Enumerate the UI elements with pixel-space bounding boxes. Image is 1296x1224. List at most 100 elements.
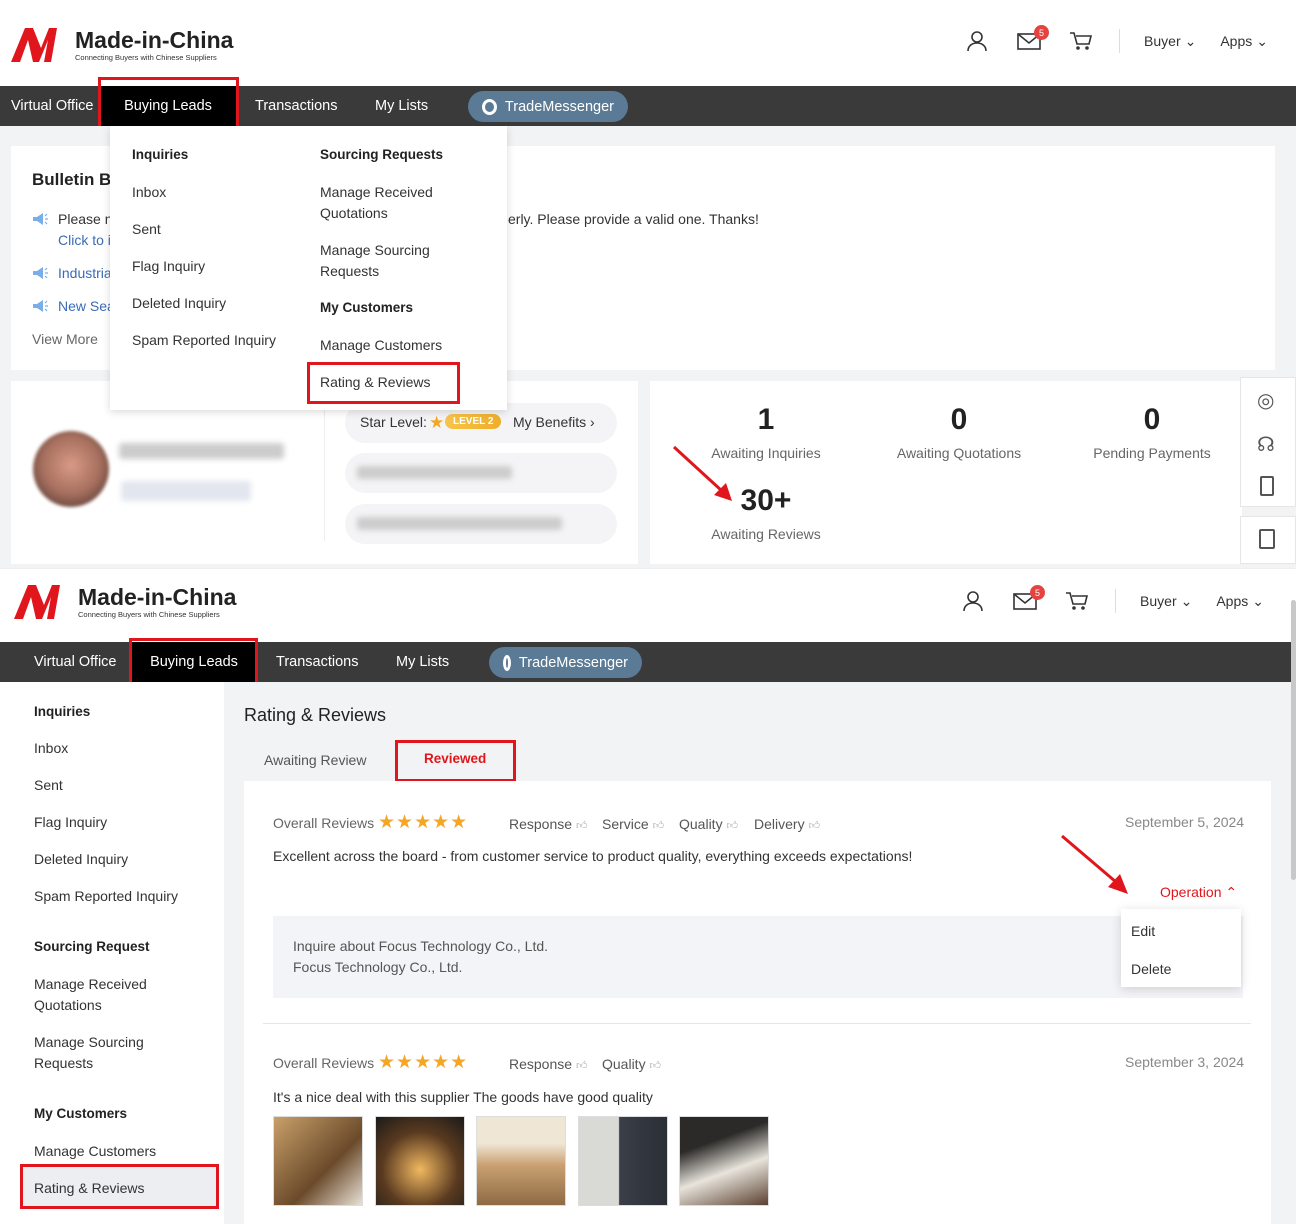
nav-my-lists[interactable]: My Lists <box>375 86 428 126</box>
sidebar-item-deleted-inquiry[interactable]: Deleted Inquiry <box>34 849 128 870</box>
label-line1: Manage Sourcing <box>320 242 430 258</box>
chevron-up-icon: ⌃ <box>1225 884 1238 900</box>
dropdown-item-rating-reviews[interactable]: Rating & Reviews <box>320 372 431 393</box>
tag-label: Response <box>509 816 573 832</box>
dropdown-item-manage-received-quotations[interactable]: Manage Received Quotations <box>320 182 433 224</box>
label-line1: Manage Received <box>34 976 147 992</box>
apps-dropdown[interactable]: Apps ⌄ <box>1220 33 1268 50</box>
bottom-nav-bar: Virtual Office Buying Leads Transactions… <box>0 642 1291 682</box>
review-date: September 3, 2024 <box>1125 1054 1245 1070</box>
trade-messenger-button[interactable]: TradeMessenger <box>489 647 642 678</box>
notes-icon[interactable] <box>1259 529 1275 549</box>
buyer-dropdown[interactable]: Buyer ⌄ <box>1144 33 1196 50</box>
side-toolbar-notes <box>1240 516 1296 564</box>
operation-dropdown[interactable]: Operation ⌃ <box>1160 884 1237 901</box>
sidebar-item-inbox[interactable]: Inbox <box>34 738 68 759</box>
nav-transactions[interactable]: Transactions <box>255 86 337 126</box>
blurred-pill <box>345 504 617 544</box>
user-icon[interactable] <box>959 587 987 615</box>
inquiry-reference-box[interactable]: Inquire about Focus Technology Co., Ltd.… <box>273 916 1243 998</box>
sidebar-item-sent[interactable]: Sent <box>34 775 63 796</box>
tag-label: Service <box>602 816 649 832</box>
dropdown-item-deleted-inquiry[interactable]: Deleted Inquiry <box>132 293 226 314</box>
sidebar-item-rating-reviews[interactable]: Rating & Reviews <box>34 1178 145 1199</box>
avatar[interactable] <box>33 431 109 507</box>
view-more-link[interactable]: View More <box>32 331 98 347</box>
messenger-icon <box>482 98 497 115</box>
menu-item-delete[interactable]: Delete <box>1131 961 1171 977</box>
sidebar-item-manage-received-quotations[interactable]: Manage Received Quotations <box>34 974 147 1016</box>
made-in-china-logo[interactable]: Made-in-China Connecting Buyers with Chi… <box>11 24 233 64</box>
cart-icon[interactable] <box>1063 587 1091 615</box>
awaiting-reviews-label[interactable]: Awaiting Reviews <box>686 526 846 542</box>
dropdown-item-inbox[interactable]: Inbox <box>132 182 166 203</box>
logo-title: Made-in-China <box>78 583 237 610</box>
review-photo[interactable] <box>679 1116 769 1206</box>
pending-payments-label[interactable]: Pending Payments <box>1072 445 1232 461</box>
nav-buying-leads[interactable]: Buying Leads <box>132 642 256 682</box>
review-date: September 5, 2024 <box>1125 814 1245 830</box>
target-icon[interactable]: ◎ <box>1257 388 1274 413</box>
buyer-dropdown[interactable]: Buyer ⌄ <box>1140 593 1192 610</box>
blurred-text <box>357 517 562 530</box>
dropdown-item-manage-sourcing-requests[interactable]: Manage Sourcing Requests <box>320 240 430 282</box>
bulletin-item[interactable]: Please n <box>32 211 112 227</box>
dropdown-item-spam-inquiry[interactable]: Spam Reported Inquiry <box>132 330 276 351</box>
bulletin-link-click[interactable]: Click to i <box>58 232 111 248</box>
nav-virtual-office[interactable]: Virtual Office <box>11 86 93 126</box>
user-icon[interactable] <box>963 27 991 55</box>
page-title: Rating & Reviews <box>244 705 387 725</box>
sidebar-item-flag-inquiry[interactable]: Flag Inquiry <box>34 812 107 833</box>
tag-quality: Quality 👍︎ <box>602 1056 661 1072</box>
headset-icon[interactable]: ☊ <box>1257 432 1275 457</box>
pending-payments-count[interactable]: 0 <box>1092 403 1212 437</box>
nav-transactions[interactable]: Transactions <box>276 642 358 682</box>
menu-item-edit[interactable]: Edit <box>1131 923 1155 939</box>
nav-my-lists[interactable]: My Lists <box>396 642 449 682</box>
logo-tagline: Connecting Buyers with Chinese Suppliers <box>78 609 220 619</box>
speaker-icon <box>33 300 48 312</box>
awaiting-quotations-label[interactable]: Awaiting Quotations <box>879 445 1039 461</box>
mail-icon[interactable]: 5 <box>1011 585 1046 615</box>
tab-awaiting-review[interactable]: Awaiting Review <box>264 752 366 768</box>
sidebar-heading-customers: My Customers <box>34 1106 128 1121</box>
trade-messenger-label: TradeMessenger <box>518 654 628 671</box>
dropdown-item-manage-customers[interactable]: Manage Customers <box>320 335 442 356</box>
mail-icon[interactable]: 5 <box>1015 25 1050 55</box>
mobile-icon[interactable] <box>1260 476 1274 496</box>
tag-quality: Quality 👍︎ <box>679 816 738 832</box>
buyer-label: Buyer <box>1140 593 1177 609</box>
label-line2: Quotations <box>320 205 388 221</box>
review-photo[interactable] <box>375 1116 465 1206</box>
sidebar-item-manage-sourcing-requests[interactable]: Manage Sourcing Requests <box>34 1032 144 1074</box>
rating-stars: ★★★★★ <box>378 812 469 833</box>
trade-messenger-button[interactable]: TradeMessenger <box>468 91 628 122</box>
dropdown-item-flag-inquiry[interactable]: Flag Inquiry <box>132 256 205 277</box>
review-photo[interactable] <box>273 1116 363 1206</box>
review-photo[interactable] <box>476 1116 566 1206</box>
bulletin-item[interactable]: New Sea <box>32 298 115 314</box>
thumbs-up-icon: 👍︎ <box>652 820 665 832</box>
awaiting-quotations-count[interactable]: 0 <box>899 403 1019 437</box>
nav-virtual-office[interactable]: Virtual Office <box>34 642 116 682</box>
apps-dropdown[interactable]: Apps ⌄ <box>1216 593 1264 610</box>
scrollbar[interactable] <box>1291 600 1296 880</box>
tab-reviewed[interactable]: Reviewed <box>424 751 486 766</box>
dropdown-item-sent[interactable]: Sent <box>132 219 161 240</box>
awaiting-inquiries-count[interactable]: 1 <box>706 403 826 437</box>
buying-leads-dropdown: Inquiries Inbox Sent Flag Inquiry Delete… <box>110 126 507 410</box>
rating-stars: ★★★★★ <box>378 1052 469 1073</box>
sidebar-item-manage-customers[interactable]: Manage Customers <box>34 1141 156 1162</box>
review-photo[interactable] <box>578 1116 668 1206</box>
thumbs-up-icon: 👍︎ <box>575 820 588 832</box>
my-benefits-link[interactable]: My Benefits › <box>513 414 595 430</box>
side-toolbar: ◎ ☊ <box>1240 377 1296 507</box>
made-in-china-logo[interactable]: Made-in-China Connecting Buyers with Chi… <box>14 581 236 621</box>
review-text: Excellent across the board - from custom… <box>273 848 913 864</box>
bulletin-item[interactable]: Industria <box>32 265 112 281</box>
sidebar-heading-sourcing: Sourcing Request <box>34 939 150 954</box>
cart-icon[interactable] <box>1067 27 1095 55</box>
nav-buying-leads[interactable]: Buying Leads <box>100 86 236 126</box>
top-nav-bar: Virtual Office Buying Leads Transactions… <box>0 86 1296 126</box>
sidebar-item-spam-inquiry[interactable]: Spam Reported Inquiry <box>34 886 178 907</box>
